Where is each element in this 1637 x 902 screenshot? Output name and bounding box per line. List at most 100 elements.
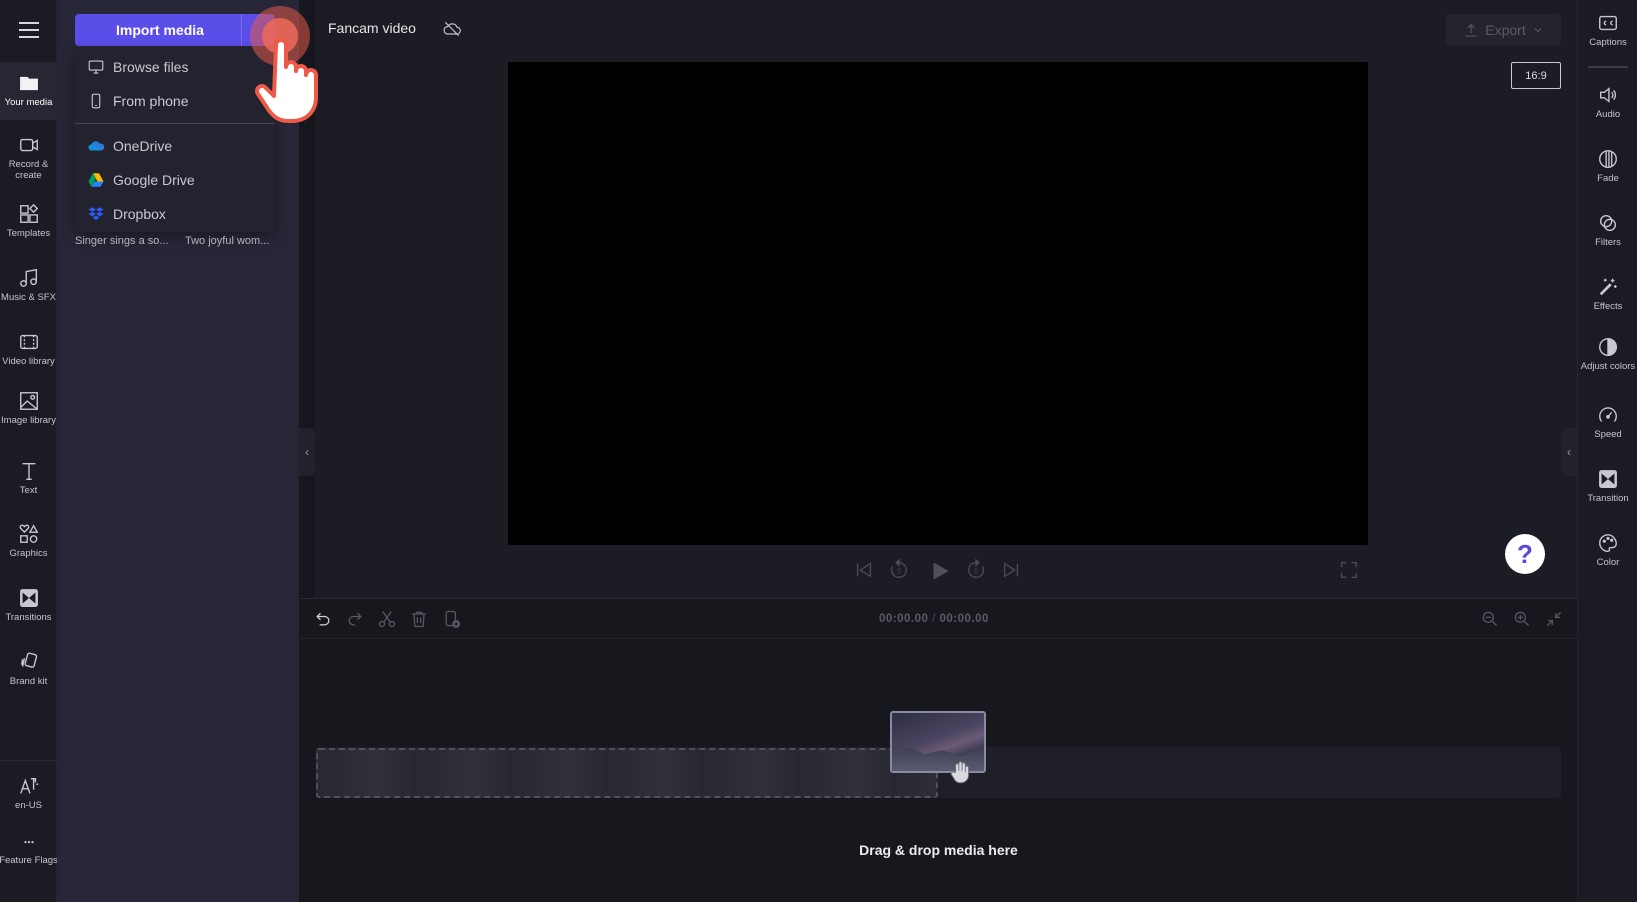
add-to-timeline-button[interactable] xyxy=(442,609,462,629)
media-item-caption[interactable]: Two joyful wom... xyxy=(185,235,269,247)
panel-label: Color xyxy=(1596,557,1620,568)
menu-item-google-drive[interactable]: Google Drive xyxy=(75,164,275,196)
nav-brand-kit[interactable]: Brand kit xyxy=(0,651,57,687)
import-dropdown-toggle[interactable] xyxy=(241,14,275,46)
export-button[interactable]: Export xyxy=(1446,14,1561,45)
play-button[interactable] xyxy=(927,558,953,584)
menu-item-label: Browse files xyxy=(113,59,189,75)
current-time: 00:00.00 xyxy=(879,613,929,625)
nav-label: Text xyxy=(19,485,38,496)
speaker-icon xyxy=(1599,87,1617,103)
collapse-media-panel-button[interactable]: ‹ xyxy=(299,428,315,476)
trash-icon xyxy=(412,611,426,628)
forward-5-button[interactable]: 5 xyxy=(965,558,987,581)
media-item-caption[interactable]: Singer sings a so... xyxy=(75,235,169,247)
zoom-out-icon xyxy=(1482,611,1498,627)
menu-item-browse-files[interactable]: Browse files xyxy=(75,51,275,83)
fit-timeline-button[interactable] xyxy=(1544,609,1564,629)
music-note-icon xyxy=(19,268,37,287)
import-media-button[interactable]: Import media xyxy=(75,14,275,46)
undo-icon xyxy=(316,612,330,626)
panel-label: Speed xyxy=(1594,429,1622,440)
captions-icon xyxy=(1599,15,1617,31)
nav-music-sfx[interactable]: Music & SFX xyxy=(0,267,57,303)
nav-text[interactable]: Text xyxy=(0,460,57,496)
google-drive-icon xyxy=(88,173,104,187)
cloud-off-icon[interactable] xyxy=(442,19,462,39)
panel-label: Filters xyxy=(1595,237,1621,248)
rail-divider xyxy=(1588,66,1628,68)
split-button[interactable] xyxy=(377,609,397,629)
panel-audio[interactable]: Audio xyxy=(1578,84,1637,120)
nav-label: Transitions xyxy=(5,612,52,623)
nav-feature-flags[interactable]: Feature Flags xyxy=(0,838,58,866)
skip-to-start-button[interactable] xyxy=(853,559,875,581)
redo-icon xyxy=(348,612,362,626)
collapse-properties-panel-button[interactable]: ‹ xyxy=(1561,428,1577,476)
menu-item-label: From phone xyxy=(113,93,189,109)
collapse-arrows-icon xyxy=(1546,611,1562,627)
redo-button[interactable] xyxy=(345,609,365,629)
panel-label: Captions xyxy=(1589,37,1627,48)
chevron-left-icon: ‹ xyxy=(305,445,309,459)
panel-label: Adjust colors xyxy=(1580,361,1636,372)
panel-speed[interactable]: Speed xyxy=(1578,404,1637,440)
aspect-ratio-button[interactable]: 16:9 xyxy=(1511,62,1561,89)
nav-your-media[interactable]: Your media xyxy=(0,62,57,120)
import-dropdown-menu: Browse files From phone OneDrive Google … xyxy=(75,48,275,232)
menu-item-label: Google Drive xyxy=(113,172,195,188)
panel-fade[interactable]: Fade xyxy=(1578,148,1637,184)
fullscreen-button[interactable] xyxy=(1338,559,1360,581)
skip-to-end-button[interactable] xyxy=(1000,559,1022,581)
help-button[interactable]: ? xyxy=(1505,534,1545,574)
nav-label: Graphics xyxy=(9,548,48,559)
zoom-in-button[interactable] xyxy=(1512,609,1532,629)
panel-captions[interactable]: Captions xyxy=(1578,12,1637,48)
panel-color[interactable]: Color xyxy=(1578,532,1637,568)
shapes-icon xyxy=(19,524,38,543)
nav-graphics[interactable]: Graphics xyxy=(0,523,57,559)
nav-label: Music & SFX xyxy=(1,292,56,303)
image-icon xyxy=(19,392,38,410)
nav-video-library[interactable]: Video library xyxy=(0,331,57,367)
upload-icon xyxy=(1465,23,1477,37)
rewind-5-button[interactable]: 5 xyxy=(888,558,910,581)
more-icon xyxy=(23,840,34,844)
panel-label: Effects xyxy=(1593,301,1623,312)
menu-item-onedrive[interactable]: OneDrive xyxy=(75,130,275,162)
nav-label: Brand kit xyxy=(9,676,48,687)
play-icon xyxy=(933,562,949,580)
panel-transition[interactable]: Transition xyxy=(1578,468,1637,504)
panel-adjust-colors[interactable]: Adjust colors xyxy=(1578,336,1637,372)
timeline-toolbar: 00:00.00 / 00:00.00 xyxy=(300,599,1577,639)
grab-cursor-icon xyxy=(950,761,970,784)
nav-label: Record & create xyxy=(8,159,49,181)
menu-item-label: Dropbox xyxy=(113,206,166,222)
zoom-out-button[interactable] xyxy=(1480,609,1500,629)
menu-item-dropbox[interactable]: Dropbox xyxy=(75,198,275,230)
monitor-icon xyxy=(88,60,104,74)
menu-item-from-phone[interactable]: From phone xyxy=(75,85,275,117)
panel-effects[interactable]: Effects xyxy=(1578,276,1637,312)
nav-record-create[interactable]: Record & create xyxy=(0,134,57,181)
skip-to-start-icon xyxy=(856,562,872,578)
delete-button[interactable] xyxy=(409,609,429,629)
onedrive-icon xyxy=(88,141,105,151)
menu-button[interactable] xyxy=(0,0,57,60)
nav-transitions[interactable]: Transitions xyxy=(0,587,57,623)
filters-icon xyxy=(1599,214,1617,232)
nav-image-library[interactable]: Image library xyxy=(0,390,57,426)
undo-button[interactable] xyxy=(313,609,333,629)
chevron-down-icon xyxy=(1534,27,1542,32)
templates-icon xyxy=(19,203,38,223)
project-name[interactable]: Fancam video xyxy=(328,20,416,36)
nav-label: Templates xyxy=(6,228,51,239)
nav-language[interactable]: en-US xyxy=(0,775,57,811)
zoom-in-icon xyxy=(1514,611,1530,627)
nav-templates[interactable]: Templates xyxy=(0,203,57,239)
panel-filters[interactable]: Filters xyxy=(1578,212,1637,248)
drop-placeholder xyxy=(316,748,938,798)
drop-hint-text: Drag & drop media here xyxy=(859,842,1018,858)
magic-wand-icon xyxy=(1599,278,1617,296)
menu-item-label: OneDrive xyxy=(113,138,173,154)
